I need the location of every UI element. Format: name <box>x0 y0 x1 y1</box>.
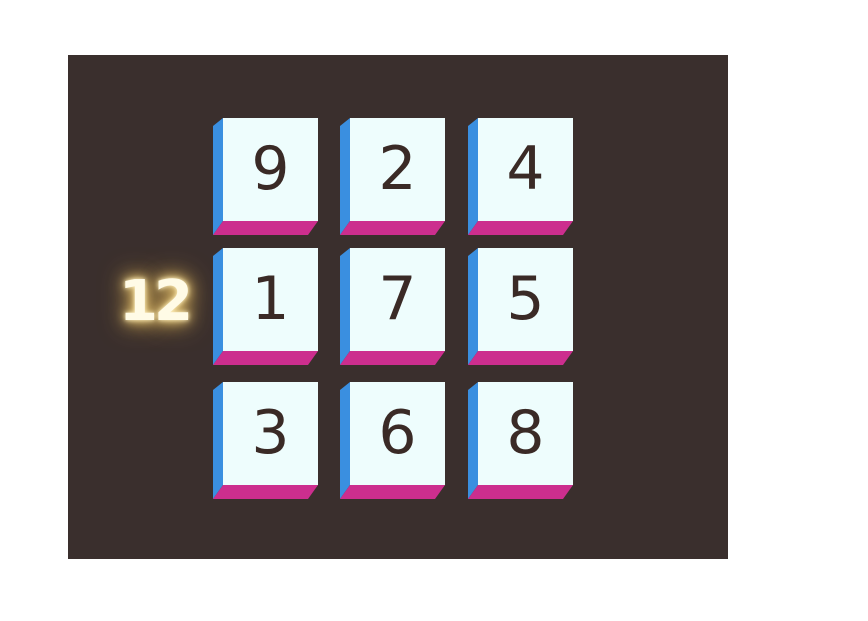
tile-r3-c2[interactable]: 6 <box>340 382 445 502</box>
tile-number: 5 <box>506 264 545 334</box>
tile-number: 9 <box>251 134 290 204</box>
tile-r1-c2[interactable]: 2 <box>340 118 445 238</box>
tile-r1-c1[interactable]: 9 <box>213 118 318 238</box>
tile-number: 4 <box>506 134 545 204</box>
tile-r2-c2[interactable]: 7 <box>340 248 445 368</box>
tile-number: 6 <box>378 398 417 468</box>
tile-number: 7 <box>378 264 417 334</box>
tile-r3-c1[interactable]: 3 <box>213 382 318 502</box>
tile-number: 2 <box>378 134 417 204</box>
game-board: 12 9 2 4 1 7 5 3 6 8 <box>68 55 728 559</box>
tile-number: 1 <box>251 264 290 334</box>
tile-r2-c1[interactable]: 1 <box>213 248 318 368</box>
tile-number: 8 <box>506 398 545 468</box>
tile-r1-c3[interactable]: 4 <box>468 118 573 238</box>
row-sum-indicator: 12 <box>119 269 193 334</box>
tile-r3-c3[interactable]: 8 <box>468 382 573 502</box>
tile-number: 3 <box>251 398 290 468</box>
tile-r2-c3[interactable]: 5 <box>468 248 573 368</box>
